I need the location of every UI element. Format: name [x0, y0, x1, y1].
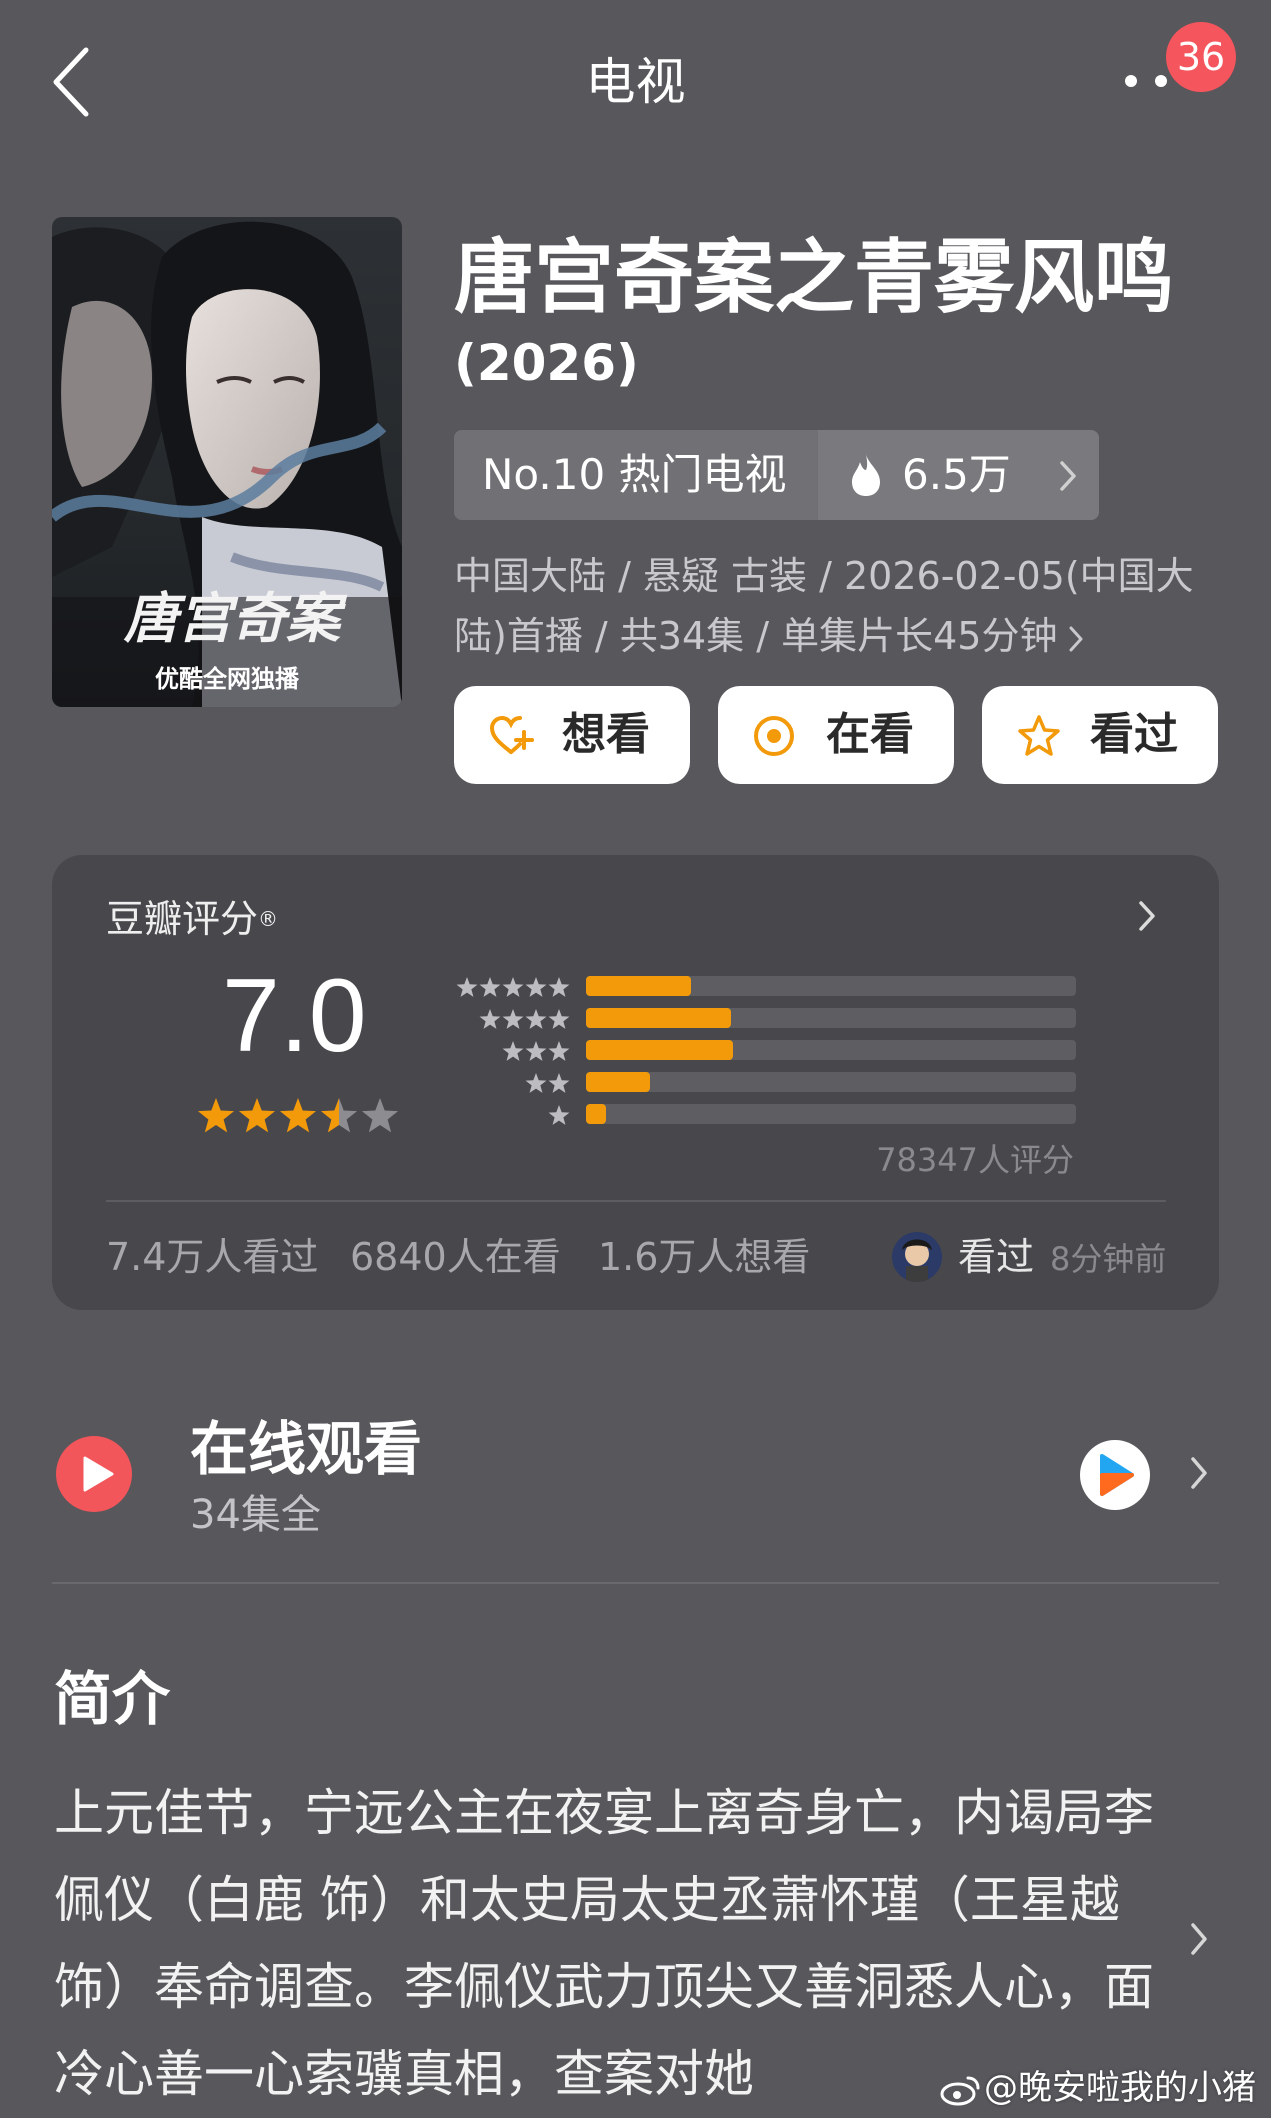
play-icon[interactable]: [54, 1434, 134, 1514]
poster-tagline: 优酷全网独播: [155, 665, 300, 693]
divider: [106, 1200, 1166, 1202]
watching-label: 在看: [826, 709, 914, 760]
ranking-badge[interactable]: No.10 热门电视 6.5万: [454, 430, 1099, 520]
rating-distribution-row: [444, 976, 1076, 998]
distribution-bar-track: [586, 1008, 1076, 1028]
meta-line-1: 中国大陆 / 悬疑 古装 / 2026-02-05(中国大: [454, 554, 1194, 598]
chevron-right-icon: [1069, 626, 1083, 651]
friend-activity-time: 8分钟前: [1050, 1240, 1167, 1278]
notification-badge[interactable]: 36: [1166, 22, 1236, 92]
distribution-stars: [548, 1105, 570, 1125]
want-to-watch-label: 想看: [562, 709, 650, 760]
rating-distribution-row: [444, 1104, 1076, 1126]
heart-plus-icon: [489, 715, 534, 754]
chevron-right-icon: [1060, 461, 1076, 491]
synopsis-heading: 简介: [54, 1665, 171, 1733]
show-meta-info[interactable]: 中国大陆 / 悬疑 古装 / 2026-02-05(中国大 陆)首播 / 共34…: [454, 546, 1214, 666]
rating-title: 豆瓣评分®: [106, 897, 279, 941]
distribution-bar-track: [586, 1072, 1076, 1092]
target-circle-icon: [754, 716, 794, 756]
youku-platform-icon[interactable]: [1080, 1440, 1150, 1510]
watch-online-title[interactable]: 在线观看: [190, 1414, 422, 1484]
heat-value: 6.5万: [902, 450, 1011, 499]
more-options-icon[interactable]: [1124, 74, 1172, 88]
rating-distribution-row: [444, 1040, 1076, 1062]
weibo-icon: [940, 2076, 980, 2105]
want-count: 1.6万人想看: [598, 1235, 811, 1279]
distribution-bar-fill: [586, 1040, 733, 1060]
rating-star: [197, 1098, 235, 1133]
chevron-right-icon[interactable]: [1190, 1922, 1208, 1956]
score-stars: [197, 1098, 399, 1133]
distribution-stars: [502, 1041, 570, 1061]
chevron-right-icon[interactable]: [1138, 900, 1156, 932]
rank-label: No.10 热门电视: [454, 430, 818, 520]
show-title: 唐宫奇案之青雾风鸣: [454, 231, 1174, 324]
heat-indicator[interactable]: 6.5万: [818, 430, 1099, 520]
page-title: 电视: [585, 53, 686, 111]
distribution-stars: [456, 977, 570, 997]
watched-count: 7.4万人看过: [106, 1235, 319, 1279]
distribution-stars: [525, 1073, 570, 1093]
watching-button[interactable]: 在看: [718, 686, 954, 784]
rating-star: [279, 1098, 317, 1133]
distribution-bar-track: [586, 976, 1076, 996]
distribution-bar-track: [586, 1104, 1076, 1124]
distribution-bar-fill: [586, 1104, 606, 1124]
distribution-bar-fill: [586, 1072, 650, 1092]
distribution-bar-fill: [586, 976, 692, 996]
friend-activity: 看过: [958, 1235, 1035, 1279]
friend-avatar[interactable]: [892, 1232, 942, 1282]
rating-star: [361, 1098, 399, 1133]
distribution-stars: [479, 1009, 570, 1029]
rating-score: 7.0: [222, 958, 367, 1074]
watermark: @晚安啦我的小猪: [940, 2066, 1256, 2110]
watched-button[interactable]: 看过: [982, 686, 1218, 784]
chevron-right-icon[interactable]: [1190, 1456, 1208, 1490]
star-outline-icon: [1018, 715, 1060, 756]
poster-calligraphy: 唐宫奇案: [123, 586, 348, 650]
episode-status: 34集全: [190, 1492, 321, 1538]
flame-icon: [852, 454, 880, 496]
rating-distribution-row: [444, 1072, 1076, 1094]
want-to-watch-button[interactable]: 想看: [454, 686, 690, 784]
rating-count: 78347人评分: [876, 1141, 1074, 1179]
divider: [52, 1582, 1219, 1584]
show-year: (2026): [454, 334, 639, 392]
distribution-bar-fill: [586, 1008, 731, 1028]
rating-star: [320, 1098, 358, 1133]
distribution-bar-track: [586, 1040, 1076, 1060]
rating-star: [238, 1098, 276, 1133]
rating-distribution-row: [444, 1008, 1076, 1030]
meta-line-2: 陆)首播 / 共34集 / 单集片长45分钟: [454, 614, 1058, 658]
poster-image[interactable]: 唐宫奇案 优酷全网独播: [52, 217, 402, 707]
watching-count: 6840人在看: [350, 1235, 561, 1279]
watched-label: 看过: [1090, 709, 1178, 760]
